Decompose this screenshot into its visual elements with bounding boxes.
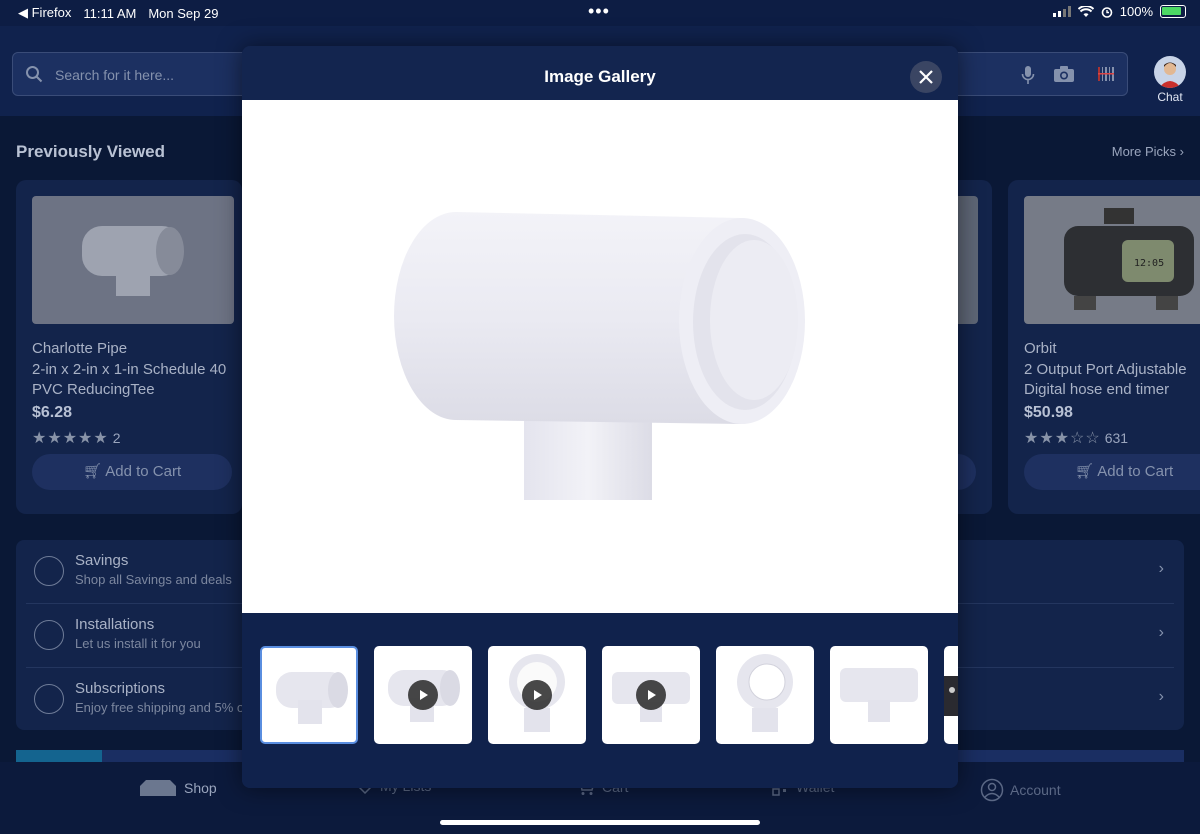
add-to-cart-button[interactable]: 🛒︎ Add to Cart	[32, 454, 232, 490]
star-rating-icon: ★★★★★	[32, 430, 109, 447]
status-date: Mon Sep 29	[148, 5, 219, 21]
shop-icon	[140, 780, 176, 796]
camera-icon[interactable]	[1053, 65, 1075, 83]
chevron-right-icon: ›	[1158, 624, 1164, 641]
product-image	[32, 196, 234, 324]
rating-count: 631	[1104, 430, 1129, 446]
menu-title: Subscriptions	[75, 680, 166, 697]
rating-count: 2	[112, 430, 121, 446]
menu-subtitle: Enjoy free shipping and 5% o	[75, 700, 245, 715]
play-icon	[636, 680, 666, 710]
status-time: 11:11 AM	[83, 5, 137, 21]
chat-button[interactable]: Chat	[1152, 56, 1188, 104]
gallery-thumbnail-video[interactable]	[488, 646, 586, 744]
gallery-thumbnail-video[interactable]	[602, 646, 700, 744]
status-right: 100%	[1052, 4, 1186, 19]
multitasking-dots-icon[interactable]: •••	[588, 2, 610, 20]
pvc-reducing-tee-image	[394, 212, 805, 500]
menu-title: Savings	[75, 552, 129, 569]
barcode-icon[interactable]	[1097, 65, 1115, 83]
thumb-tee-front	[840, 668, 918, 722]
alarm-icon	[1101, 6, 1113, 18]
product-card[interactable]: 12:05 Orbit 2 Output Port Adjustable Dig…	[1008, 180, 1200, 514]
svg-text:12:05: 12:05	[1134, 258, 1164, 269]
account-icon	[980, 778, 1004, 802]
search-icon	[26, 66, 43, 83]
product-image: 12:05	[1024, 196, 1200, 324]
search-placeholder: Search for it here...	[55, 67, 175, 83]
product-brand: Orbit	[1024, 340, 1057, 357]
gallery-thumbnail[interactable]	[944, 646, 958, 744]
chat-label: Chat	[1157, 90, 1183, 104]
play-icon	[408, 680, 438, 710]
more-picks-label: More Picks	[1111, 144, 1177, 159]
close-icon	[919, 70, 933, 84]
back-to-app-link[interactable]: ◀ Firefox	[18, 5, 71, 21]
add-to-cart-label: Add to Cart	[105, 463, 182, 480]
main-product-image[interactable]	[242, 100, 958, 613]
chat-avatar	[1154, 56, 1186, 88]
add-to-cart-label: Add to Cart	[1097, 463, 1174, 480]
more-picks-link[interactable]: More Picks ›	[1112, 144, 1184, 159]
thumbnail-strip	[242, 613, 958, 788]
thumb-tee-top	[737, 654, 793, 732]
tag-icon	[34, 556, 64, 586]
add-to-cart-button[interactable]: 🛒︎ Add to Cart	[1024, 454, 1200, 490]
image-gallery-modal: Image Gallery	[242, 46, 958, 788]
product-name: 2 Output Port Adjustable Digital hose en…	[1024, 361, 1187, 398]
play-icon	[522, 680, 552, 710]
thumb-dark-view	[944, 676, 958, 716]
gallery-thumbnail-video[interactable]	[374, 646, 472, 744]
product-card[interactable]: Charlotte Pipe 2-in x 2-in x 1-in Schedu…	[16, 180, 242, 514]
cart-icon: 🛒︎	[82, 463, 102, 480]
thumb-tee-side	[276, 672, 348, 724]
home-indicator[interactable]	[440, 820, 760, 825]
microphone-icon[interactable]	[1021, 65, 1035, 85]
hose-timer-thumbnail: 12:05	[1064, 208, 1194, 310]
battery-icon	[1160, 5, 1186, 18]
gallery-thumbnail[interactable]	[716, 646, 814, 744]
product-name: 2-in x 2-in x 1-in Schedule 40 PVC Reduc…	[32, 361, 227, 398]
tab-label: Shop	[184, 780, 217, 796]
menu-subtitle: Shop all Savings and deals	[75, 572, 232, 587]
chat-agent-icon	[1159, 62, 1181, 88]
star-rating-icon: ★★★☆☆	[1024, 430, 1101, 447]
gallery-thumbnail[interactable]	[830, 646, 928, 744]
chevron-right-icon: ›	[1158, 560, 1164, 577]
tab-label: Account	[1010, 782, 1061, 798]
tools-icon	[34, 620, 64, 650]
status-bar: ◀ Firefox 11:11 AM Mon Sep 29 ••• 100%	[0, 0, 1200, 26]
pvc-tee-thumbnail	[82, 226, 184, 296]
status-left: ◀ Firefox 11:11 AM Mon Sep 29	[18, 5, 218, 21]
tab-account[interactable]: Account	[980, 778, 1061, 802]
gallery-thumbnail[interactable]	[260, 646, 358, 744]
product-price: $6.28	[32, 404, 73, 421]
wifi-icon	[1077, 5, 1094, 17]
tab-shop[interactable]: Shop	[138, 778, 217, 798]
close-button[interactable]	[910, 61, 942, 93]
back-app-label: Firefox	[31, 5, 72, 20]
product-rating: ★★★☆☆ 631	[1024, 428, 1128, 448]
product-price: $50.98	[1024, 404, 1073, 421]
section-title: Previously Viewed	[16, 142, 165, 161]
signal-icon	[1052, 6, 1071, 17]
modal-header: Image Gallery	[242, 46, 958, 100]
menu-subtitle: Let us install it for you	[75, 636, 201, 651]
cart-icon: 🛒︎	[1074, 463, 1094, 480]
chevron-right-icon: ›	[1158, 688, 1164, 705]
menu-title: Installations	[75, 616, 155, 633]
refresh-clock-icon	[34, 684, 64, 714]
product-brand: Charlotte Pipe	[32, 340, 128, 357]
battery-percent: 100%	[1119, 4, 1153, 19]
modal-title: Image Gallery	[544, 67, 656, 86]
product-rating: ★★★★★ 2	[32, 428, 121, 448]
